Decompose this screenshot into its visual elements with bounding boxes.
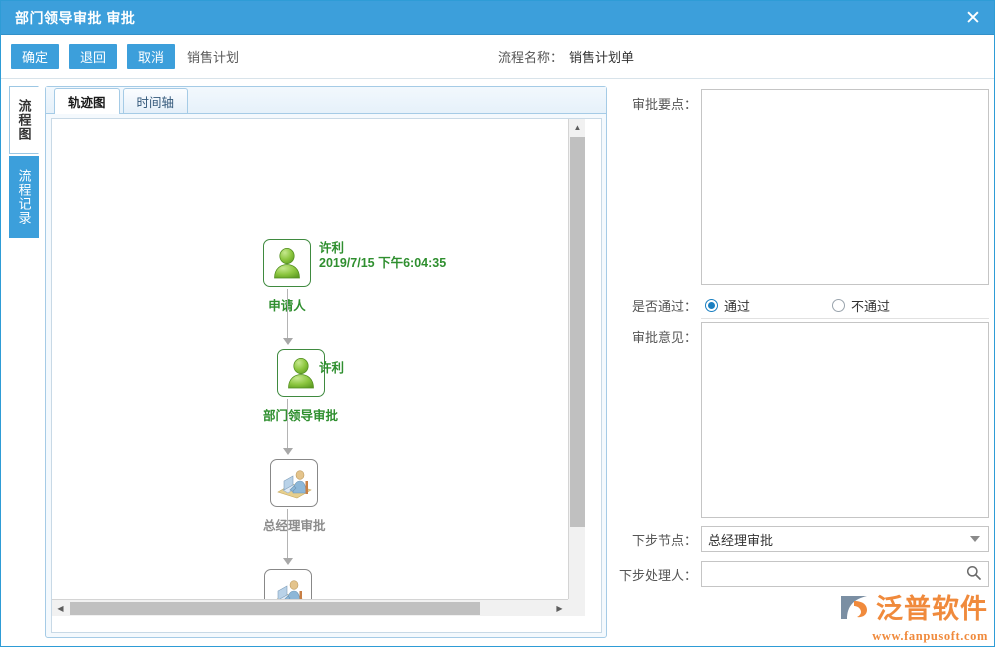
confirm-button[interactable]: 确定: [11, 44, 59, 69]
diagram-horizontal-scrollbar[interactable]: ◀ ▶: [52, 599, 585, 616]
flow-name-value: 销售计划单: [569, 50, 635, 65]
flow-arrow-icon: [283, 448, 293, 455]
diagram-tab-strip: 轨迹图 时间轴: [46, 87, 606, 114]
window-title: 部门领导审批 审批: [15, 9, 136, 26]
tab-timeline[interactable]: 时间轴: [122, 88, 189, 113]
flow-node-gm-approval[interactable]: 总经理审批: [263, 459, 326, 534]
approval-points-label: 审批要点：: [631, 97, 697, 112]
next-node-value: 总经理审批: [708, 532, 774, 548]
approval-points-row: 审批要点：: [615, 89, 989, 285]
flow-name-label: 流程名称：: [498, 50, 564, 65]
close-icon[interactable]: ✕: [950, 1, 994, 35]
flow-diagram-canvas: 许利 2019/7/15 下午6:04:35 申请人: [52, 119, 585, 616]
document-name: 销售计划: [187, 50, 240, 65]
diagram-panel: 轨迹图 时间轴 许利 2019/7/15 下午6:04:35 许利 部门领导审批…: [45, 86, 607, 638]
flow-node-person: 许利: [319, 361, 345, 375]
side-tab-strip: 流程图 流程记录: [9, 86, 39, 636]
sidebar-item-flow-chart[interactable]: 流程图: [9, 86, 39, 154]
flow-arrow-icon: [283, 338, 293, 345]
next-node-label: 下步节点：: [631, 532, 697, 548]
next-node-select[interactable]: 总经理审批: [701, 526, 989, 552]
radio-pass[interactable]: 通过: [705, 296, 750, 315]
scroll-up-icon[interactable]: ▲: [569, 119, 585, 136]
sidebar-item-flow-record[interactable]: 流程记录: [9, 156, 39, 238]
approval-opinion-label: 审批意见：: [631, 330, 697, 345]
flow-node-person-info: 许利 2019/7/15 下午6:04:35: [319, 241, 446, 271]
search-icon[interactable]: [966, 565, 981, 583]
scroll-left-icon[interactable]: ◀: [52, 600, 69, 616]
flow-connector: [287, 399, 288, 449]
radio-pass-label: 通过: [724, 299, 751, 314]
chevron-down-icon[interactable]: [970, 536, 980, 542]
approval-opinion-textarea[interactable]: [701, 322, 989, 518]
tab-track-chart[interactable]: 轨迹图: [54, 88, 120, 114]
flow-node-time: 2019/7/15 下午6:04:35: [319, 256, 447, 270]
vertical-scroll-thumb[interactable]: [570, 137, 585, 527]
flow-name: 流程名称： 销售计划单: [498, 47, 634, 66]
person-at-computer-icon: [270, 459, 319, 507]
flow-node-label: 部门领导审批: [263, 409, 339, 423]
title-bar: 部门领导审批 审批 ✕: [1, 1, 994, 35]
scroll-right-icon[interactable]: ▶: [551, 600, 568, 616]
next-node-row: 下步节点： 总经理审批: [615, 526, 989, 552]
approval-form: 审批要点： 是否通过： 通过 不通过 审批意见： 下步节点： 总经理审批 下步处…: [615, 86, 989, 638]
approval-points-textarea[interactable]: [701, 89, 989, 285]
approval-opinion-row: 审批意见：: [615, 322, 989, 518]
flow-node-person-info: 许利: [319, 361, 344, 376]
flow-connector: [287, 509, 288, 559]
flow-connector: [287, 289, 288, 339]
side-tab-label: 流程图: [16, 99, 32, 141]
pass-decision-label: 是否通过：: [631, 299, 697, 314]
flow-node-label: 总经理审批: [263, 519, 326, 533]
scrollbar-corner: [568, 599, 585, 616]
approval-dialog: 部门领导审批 审批 ✕ 确定 退回 取消 销售计划 流程名称： 销售计划单 流程图…: [0, 0, 995, 647]
flow-arrow-icon: [283, 558, 293, 565]
radio-fail[interactable]: 不通过: [832, 296, 890, 315]
next-handler-row: 下步处理人：: [615, 561, 989, 587]
person-green-icon: [276, 349, 325, 397]
side-tab-label: 流程记录: [16, 169, 32, 225]
toolbar: 确定 退回 取消 销售计划 流程名称： 销售计划单: [1, 35, 994, 79]
flow-node-person: 许利: [319, 241, 345, 255]
dialog-body: 流程图 流程记录 轨迹图 时间轴 许利 2019/7/15 下午6:04:35 …: [1, 79, 994, 646]
cancel-button[interactable]: 取消: [127, 44, 175, 69]
radio-fail-label: 不通过: [851, 299, 891, 314]
next-handler-label: 下步处理人：: [618, 567, 697, 583]
form-divider: [701, 318, 989, 319]
flow-node-dept-approval[interactable]: 许利 部门领导审批: [263, 349, 344, 424]
radio-fail-indicator[interactable]: [832, 299, 846, 312]
next-handler-input[interactable]: [701, 561, 989, 587]
horizontal-scroll-thumb[interactable]: [70, 602, 480, 615]
diagram-canvas-wrapper: 许利 2019/7/15 下午6:04:35 申请人: [51, 118, 602, 633]
pass-decision-row: 是否通过： 通过 不通过: [615, 296, 890, 315]
radio-pass-indicator[interactable]: [705, 299, 718, 312]
return-button[interactable]: 退回: [69, 44, 117, 69]
person-green-icon: [263, 239, 311, 287]
diagram-vertical-scrollbar[interactable]: ▲ ▼: [568, 119, 585, 616]
